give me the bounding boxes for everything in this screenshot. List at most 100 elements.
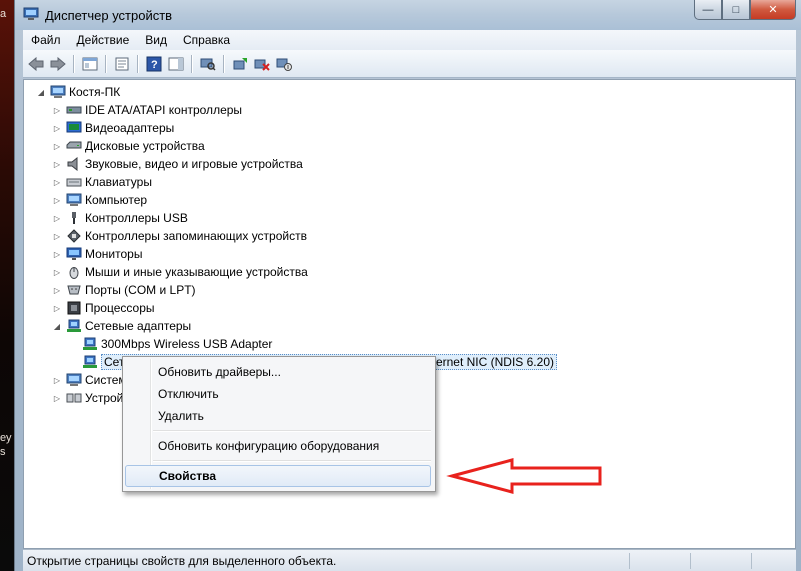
action-pane-button[interactable] <box>166 54 186 74</box>
status-cell <box>751 552 796 569</box>
toolbar-separator <box>191 54 193 73</box>
expand-triangle-icon[interactable]: ▷ <box>52 177 62 187</box>
menu-item-update-drivers[interactable]: Обновить драйверы... <box>125 361 431 383</box>
tree-root[interactable]: ◢ Костя-ПК <box>36 83 120 101</box>
monitor-icon <box>66 247 82 260</box>
menu-item-uninstall[interactable]: Удалить <box>125 405 431 427</box>
tree-item-hid[interactable]: ▷ Устрой <box>52 389 123 407</box>
status-cell <box>690 552 751 569</box>
help-icon: ? <box>146 56 162 71</box>
tree-item-sound[interactable]: ▷ Звуковые, видео и игровые устройства <box>52 155 303 173</box>
tree-item-network-adapters[interactable]: ◢ Сетевые адаптеры <box>52 317 191 335</box>
tree-item-display-adapters[interactable]: ▷ Видеоадаптеры <box>52 119 174 137</box>
expand-triangle-icon[interactable]: ▷ <box>52 267 62 277</box>
properties-button[interactable] <box>112 54 132 74</box>
scan-hardware-button[interactable] <box>198 54 218 74</box>
expand-triangle-icon[interactable]: ▷ <box>52 105 62 115</box>
tree-item-ports[interactable]: ▷ Порты (COM и LPT) <box>52 281 196 299</box>
tree-item-label: Видеоадаптеры <box>85 121 175 135</box>
tree-item-label: Звуковые, видео и игровые устройства <box>85 157 303 171</box>
menu-file[interactable]: Файл <box>23 33 69 47</box>
desktop-fragment: еу <box>0 432 12 444</box>
tree-item-label: Контроллеры USB <box>85 211 188 225</box>
menu-bar: Файл Действие Вид Справка <box>23 30 796 50</box>
collapse-triangle-icon[interactable]: ◢ <box>52 321 62 331</box>
maximize-button[interactable]: □ <box>722 0 750 20</box>
uninstall-button[interactable] <box>252 54 272 74</box>
port-icon <box>67 285 81 295</box>
help-button[interactable]: ? <box>144 54 164 74</box>
menu-separator <box>153 460 431 462</box>
speaker-icon <box>67 157 78 171</box>
tree-item-label: Устрой <box>85 391 124 405</box>
tree-item-monitors[interactable]: ▷ Мониторы <box>52 245 143 263</box>
console-tree-button[interactable] <box>80 54 100 74</box>
svg-text:?: ? <box>151 59 158 71</box>
menu-help[interactable]: Справка <box>175 33 238 47</box>
system-devices-icon <box>66 373 82 386</box>
update-driver-icon <box>233 57 247 69</box>
tree-item-label: Дисковые устройства <box>85 139 205 153</box>
tree-item-label: IDE ATA/ATAPI контроллеры <box>85 103 243 117</box>
tree-item-wireless-adapter[interactable]: 300Mbps Wireless USB Adapter <box>82 335 272 353</box>
tree-item-label: Порты (COM и LPT) <box>85 283 196 297</box>
network-adapter-icon <box>67 319 81 332</box>
hid-device-icon <box>66 393 82 403</box>
tree-item-processors[interactable]: ▷ Процессоры <box>52 299 155 317</box>
menu-item-scan-hardware[interactable]: Обновить конфигурацию оборудования <box>125 435 431 457</box>
toolbar-separator <box>73 54 75 73</box>
expand-triangle-icon[interactable]: ▷ <box>52 195 62 205</box>
tree-item-disk-drives[interactable]: ▷ Дисковые устройства <box>52 137 205 155</box>
expand-triangle-icon[interactable]: ▷ <box>52 231 62 241</box>
console-tree-icon <box>82 57 98 70</box>
tree-item-usb[interactable]: ▷ Контроллеры USB <box>52 209 188 227</box>
collapse-triangle-icon[interactable]: ◢ <box>36 87 46 97</box>
title-bar[interactable]: Диспетчер устройств — □ ✕ <box>15 0 801 30</box>
menu-view[interactable]: Вид <box>137 33 175 47</box>
tree-item-ide[interactable]: ▷ IDE ATA/ATAPI контроллеры <box>52 101 242 119</box>
back-arrow-icon <box>28 56 44 71</box>
tree-item-label: Мониторы <box>85 247 143 261</box>
expand-triangle-icon[interactable]: ▷ <box>52 159 62 169</box>
tree-item-label: Контроллеры запоминающих устройств <box>85 229 307 243</box>
tree-item-storage-controllers[interactable]: ▷ Контроллеры запоминающих устройств <box>52 227 307 245</box>
selected-device-label-end: Ethernet NIC (NDIS 6.20) <box>417 355 554 369</box>
computer-icon <box>50 85 66 98</box>
menu-action[interactable]: Действие <box>69 33 138 47</box>
close-button[interactable]: ✕ <box>750 0 796 20</box>
expand-triangle-icon[interactable]: ▷ <box>52 375 62 385</box>
menu-separator <box>153 430 431 432</box>
forward-arrow-icon <box>50 56 66 71</box>
tree-item-label: Мыши и иные указывающие устройства <box>85 265 308 279</box>
expand-triangle-icon[interactable]: ▷ <box>52 285 62 295</box>
expand-triangle-icon[interactable]: ▷ <box>52 141 62 151</box>
status-bar: Открытие страницы свойств для выделенног… <box>23 549 796 571</box>
expand-triangle-icon[interactable]: ▷ <box>52 123 62 133</box>
disable-button[interactable] <box>274 54 294 74</box>
forward-button[interactable] <box>48 54 68 74</box>
desktop-fragment: а <box>0 8 7 20</box>
keyboard-icon <box>66 178 82 187</box>
update-driver-button[interactable] <box>230 54 250 74</box>
tree-item-system-devices[interactable]: ▷ Систем <box>52 371 127 389</box>
tree-item-mice[interactable]: ▷ Мыши и иные указывающие устройства <box>52 263 308 281</box>
expand-triangle-icon[interactable]: ▷ <box>52 303 62 313</box>
expand-triangle-icon[interactable]: ▷ <box>52 393 62 403</box>
tree-item-keyboards[interactable]: ▷ Клавиатуры <box>52 173 152 191</box>
back-button[interactable] <box>26 54 46 74</box>
ide-controller-icon <box>66 106 82 114</box>
minimize-button[interactable]: — <box>694 0 722 20</box>
tree-item-label: Процессоры <box>85 301 155 315</box>
tree-item-label: Систем <box>85 373 127 387</box>
tree-item-computer[interactable]: ▷ Компьютер <box>52 191 147 209</box>
toolbar-separator <box>223 54 225 73</box>
processor-icon <box>67 301 81 315</box>
menu-item-disable[interactable]: Отключить <box>125 383 431 405</box>
expand-triangle-icon[interactable]: ▷ <box>52 213 62 223</box>
tree-item-label: Компьютер <box>85 193 148 207</box>
menu-item-properties[interactable]: Свойства <box>125 465 431 487</box>
toolbar-separator <box>137 54 139 73</box>
red-arrow-annotation <box>446 458 602 494</box>
expand-triangle-icon[interactable]: ▷ <box>52 249 62 259</box>
disable-device-icon <box>276 58 292 71</box>
